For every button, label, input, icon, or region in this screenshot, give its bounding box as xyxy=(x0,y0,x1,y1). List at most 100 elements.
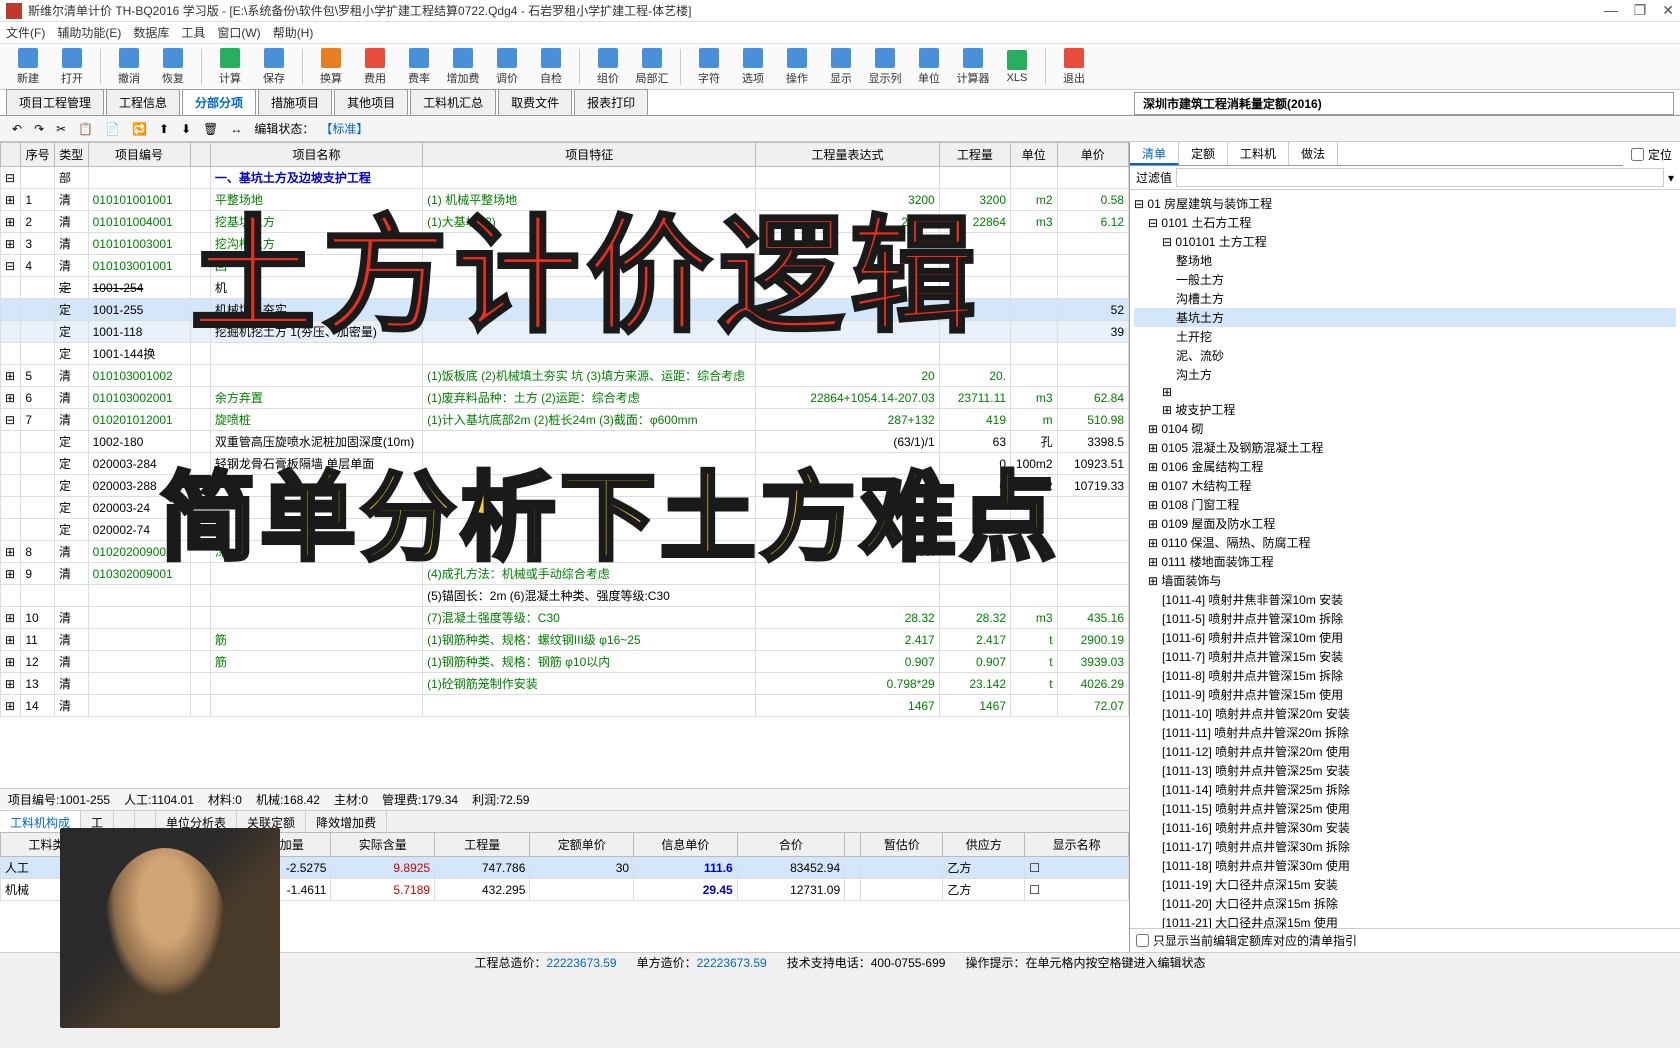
tree-item[interactable]: 泥、流砂 xyxy=(1134,346,1676,365)
tab-7[interactable]: 报表打印 xyxy=(574,89,648,115)
tree-item[interactable]: [1011-20] 大口径井点深15m 拆除 xyxy=(1134,894,1676,913)
toolbar-退出[interactable]: 退出 xyxy=(1054,46,1094,88)
menu-item[interactable]: 窗口(W) xyxy=(217,24,260,41)
maximize-button[interactable]: ❐ xyxy=(1634,2,1647,19)
edit-btn[interactable]: ↔ xyxy=(224,120,248,138)
toolbar-打开[interactable]: 打开 xyxy=(52,46,92,88)
tree-item[interactable]: ⊞ 0104 砌 xyxy=(1134,419,1676,438)
tree-item[interactable]: ⊟ 0101 土石方工程 xyxy=(1134,213,1676,232)
toolbar-费率[interactable]: 费率 xyxy=(399,46,439,88)
edit-btn[interactable]: 📋 xyxy=(72,120,99,138)
table-row[interactable]: 定020003-2880100m210719.33 xyxy=(1,475,1129,497)
toolbar-保存[interactable]: 保存 xyxy=(254,46,294,88)
menu-item[interactable]: 辅助功能(E) xyxy=(57,24,121,41)
tab-1[interactable]: 工程信息 xyxy=(106,89,180,115)
tree-item[interactable]: ⊞ 0105 混凝土及钢筋混凝土工程 xyxy=(1134,438,1676,457)
table-row[interactable]: 定1001-144换 xyxy=(1,343,1129,365)
tree-item[interactable]: [1011-18] 喷射井点井管深30m 使用 xyxy=(1134,856,1676,875)
main-grid[interactable]: 序号类型项目编号项目名称项目特征工程量表达式工程量单位单价⊟部一、基坑土方及边坡… xyxy=(0,142,1129,717)
toolbar-恢复[interactable]: 恢复 xyxy=(153,46,193,88)
table-row[interactable]: ⊞10清(7)混凝土强度等级：C3028.3228.32m3435.16 xyxy=(1,607,1129,629)
tree-item[interactable]: [1011-8] 喷射井点井管深15m 拆除 xyxy=(1134,666,1676,685)
toolbar-字符[interactable]: 字符 xyxy=(689,46,729,88)
tree-item[interactable]: ⊞ 0107 木结构工程 xyxy=(1134,476,1676,495)
show-guide-checkbox[interactable]: 只显示当前编辑定额库对应的清单指引 xyxy=(1136,932,1674,949)
tree-item[interactable]: 沟土方 xyxy=(1134,365,1676,384)
tree-item[interactable]: [1011-9] 喷射井点井管深15m 使用 xyxy=(1134,685,1676,704)
menu-item[interactable]: 数据库 xyxy=(133,24,169,41)
tree-item[interactable]: [1011-14] 喷射井点井管深25m 拆除 xyxy=(1134,780,1676,799)
table-row[interactable]: 定020002-74 xyxy=(1,519,1129,541)
detail-tab[interactable]: 降效增加费 xyxy=(306,811,387,832)
toolbar-选项[interactable]: 选项 xyxy=(733,46,773,88)
edit-btn[interactable]: 🗑 xyxy=(197,120,224,138)
side-tab[interactable]: 定额 xyxy=(1179,142,1228,165)
tree-item[interactable]: ⊟ 01 房屋建筑与装饰工程 xyxy=(1134,194,1676,213)
tree-item[interactable]: [1011-21] 大口径井点深15m 使用 xyxy=(1134,913,1676,928)
tree-item[interactable]: 沟槽土方 xyxy=(1134,289,1676,308)
table-row[interactable]: (5)锚固长：2m (6)混凝土种类、强度等级:C30 xyxy=(1,585,1129,607)
edit-btn[interactable]: ⬆ xyxy=(153,120,175,138)
tree-item[interactable]: ⊞ 坡支护工程 xyxy=(1134,400,1676,419)
tree-item[interactable]: [1011-16] 喷射井点井管深30m 安装 xyxy=(1134,818,1676,837)
main-grid-wrap[interactable]: 序号类型项目编号项目名称项目特征工程量表达式工程量单位单价⊟部一、基坑土方及边坡… xyxy=(0,142,1129,788)
toolbar-调价[interactable]: 调价 xyxy=(487,46,527,88)
tree-item[interactable]: [1011-4] 喷射井焦非普深10m 安装 xyxy=(1134,590,1676,609)
table-row[interactable]: ⊞3清010101003001挖沟槽土方10 xyxy=(1,233,1129,255)
tree-item[interactable]: [1011-15] 喷射井点井管深25m 使用 xyxy=(1134,799,1676,818)
toolbar-操作[interactable]: 操作 xyxy=(777,46,817,88)
locate-checkbox[interactable]: 定位 xyxy=(1623,146,1680,163)
side-tab[interactable]: 工料机 xyxy=(1228,142,1289,165)
tab-0[interactable]: 项目工程管理 xyxy=(6,89,104,115)
table-row[interactable]: ⊞11清筋(1)钢筋种类、规格：螺纹钢III级 φ16~252.4172.417… xyxy=(1,629,1129,651)
toolbar-自检[interactable]: 自检 xyxy=(531,46,571,88)
edit-btn[interactable]: ↶ xyxy=(6,120,28,138)
edit-btn[interactable]: ⬇ xyxy=(175,120,197,138)
quota-tree[interactable]: ⊟ 01 房屋建筑与装饰工程⊟ 0101 土石方工程⊟ 010101 土方工程整… xyxy=(1130,190,1680,928)
tree-item[interactable]: 土开挖 xyxy=(1134,327,1676,346)
tree-item[interactable]: [1011-5] 喷射井点井管深10m 拆除 xyxy=(1134,609,1676,628)
menu-item[interactable]: 文件(F) xyxy=(6,24,45,41)
toolbar-撤消[interactable]: 撤消 xyxy=(109,46,149,88)
edit-btn[interactable]: ↷ xyxy=(28,120,50,138)
tree-item[interactable]: ⊞ xyxy=(1134,384,1676,400)
table-row[interactable]: ⊞13清(1)砼钢筋笼制作安装0.798*2923.142t4026.29 xyxy=(1,673,1129,695)
minimize-button[interactable]: — xyxy=(1604,2,1618,19)
toolbar-费用[interactable]: 费用 xyxy=(355,46,395,88)
filter-dropdown-icon[interactable]: ▾ xyxy=(1668,171,1674,185)
tab-2[interactable]: 分部分项 xyxy=(182,89,256,115)
table-row[interactable]: 定1001-255机械填土夯实52 xyxy=(1,299,1129,321)
side-tab[interactable]: 清单 xyxy=(1130,142,1179,165)
tree-item[interactable]: ⊞ 墙面装饰与 xyxy=(1134,571,1676,590)
tree-item[interactable]: ⊞ 0110 保温、隔热、防腐工程 xyxy=(1134,533,1676,552)
table-row[interactable]: ⊞8清010202009002深1138. xyxy=(1,541,1129,563)
tree-item[interactable]: [1011-6] 喷射井点井管深10m 使用 xyxy=(1134,628,1676,647)
tree-item[interactable]: [1011-17] 喷射井点井管深30m 拆除 xyxy=(1134,837,1676,856)
toolbar-计算器[interactable]: 计算器 xyxy=(953,46,993,88)
table-row[interactable]: ⊞1清010101001001平整场地(1) 机械平整场地32003200m20… xyxy=(1,189,1129,211)
table-row[interactable]: ⊞2清010101004001挖基坑土方(1)大基坑 (2)2286422864… xyxy=(1,211,1129,233)
toolbar-换算[interactable]: 换算 xyxy=(311,46,351,88)
table-row[interactable]: 定020003-284轻钢龙骨石膏板隔墙 单层单面0100m210923.51 xyxy=(1,453,1129,475)
tree-item[interactable]: 一般土方 xyxy=(1134,270,1676,289)
table-row[interactable]: 定1001-118挖掘机挖土方 1(夯压、加密量)39 xyxy=(1,321,1129,343)
table-row[interactable]: ⊟4清010103001001回 xyxy=(1,255,1129,277)
tree-item[interactable]: ⊞ 0106 金属结构工程 xyxy=(1134,457,1676,476)
toolbar-计算[interactable]: 计算 xyxy=(210,46,250,88)
tree-item[interactable]: [1011-19] 大口径井点深15m 安装 xyxy=(1134,875,1676,894)
tree-item[interactable]: 基坑土方 xyxy=(1134,308,1676,327)
tree-item[interactable]: [1011-13] 喷射井点井管深25m 安装 xyxy=(1134,761,1676,780)
menu-item[interactable]: 帮助(H) xyxy=(273,24,314,41)
tree-item[interactable]: ⊞ 0108 门窗工程 xyxy=(1134,495,1676,514)
close-button[interactable]: ✕ xyxy=(1662,2,1674,19)
menu-item[interactable]: 工具 xyxy=(181,24,205,41)
tree-item[interactable]: ⊟ 010101 土方工程 xyxy=(1134,232,1676,251)
tree-item[interactable]: ⊞ 0111 楼地面装饰工程 xyxy=(1134,552,1676,571)
tree-item[interactable]: ⊞ 0109 屋面及防水工程 xyxy=(1134,514,1676,533)
table-row[interactable]: ⊞6清010103002001余方弃置(1)废弃料品种：土方 (2)运距：综合考… xyxy=(1,387,1129,409)
tree-item[interactable]: [1011-10] 喷射井点井管深20m 安装 xyxy=(1134,704,1676,723)
tree-item[interactable]: [1011-7] 喷射井点井管深15m 安装 xyxy=(1134,647,1676,666)
toolbar-新建[interactable]: 新建 xyxy=(8,46,48,88)
tree-item[interactable]: 整场地 xyxy=(1134,251,1676,270)
toolbar-显示列[interactable]: 显示列 xyxy=(865,46,905,88)
